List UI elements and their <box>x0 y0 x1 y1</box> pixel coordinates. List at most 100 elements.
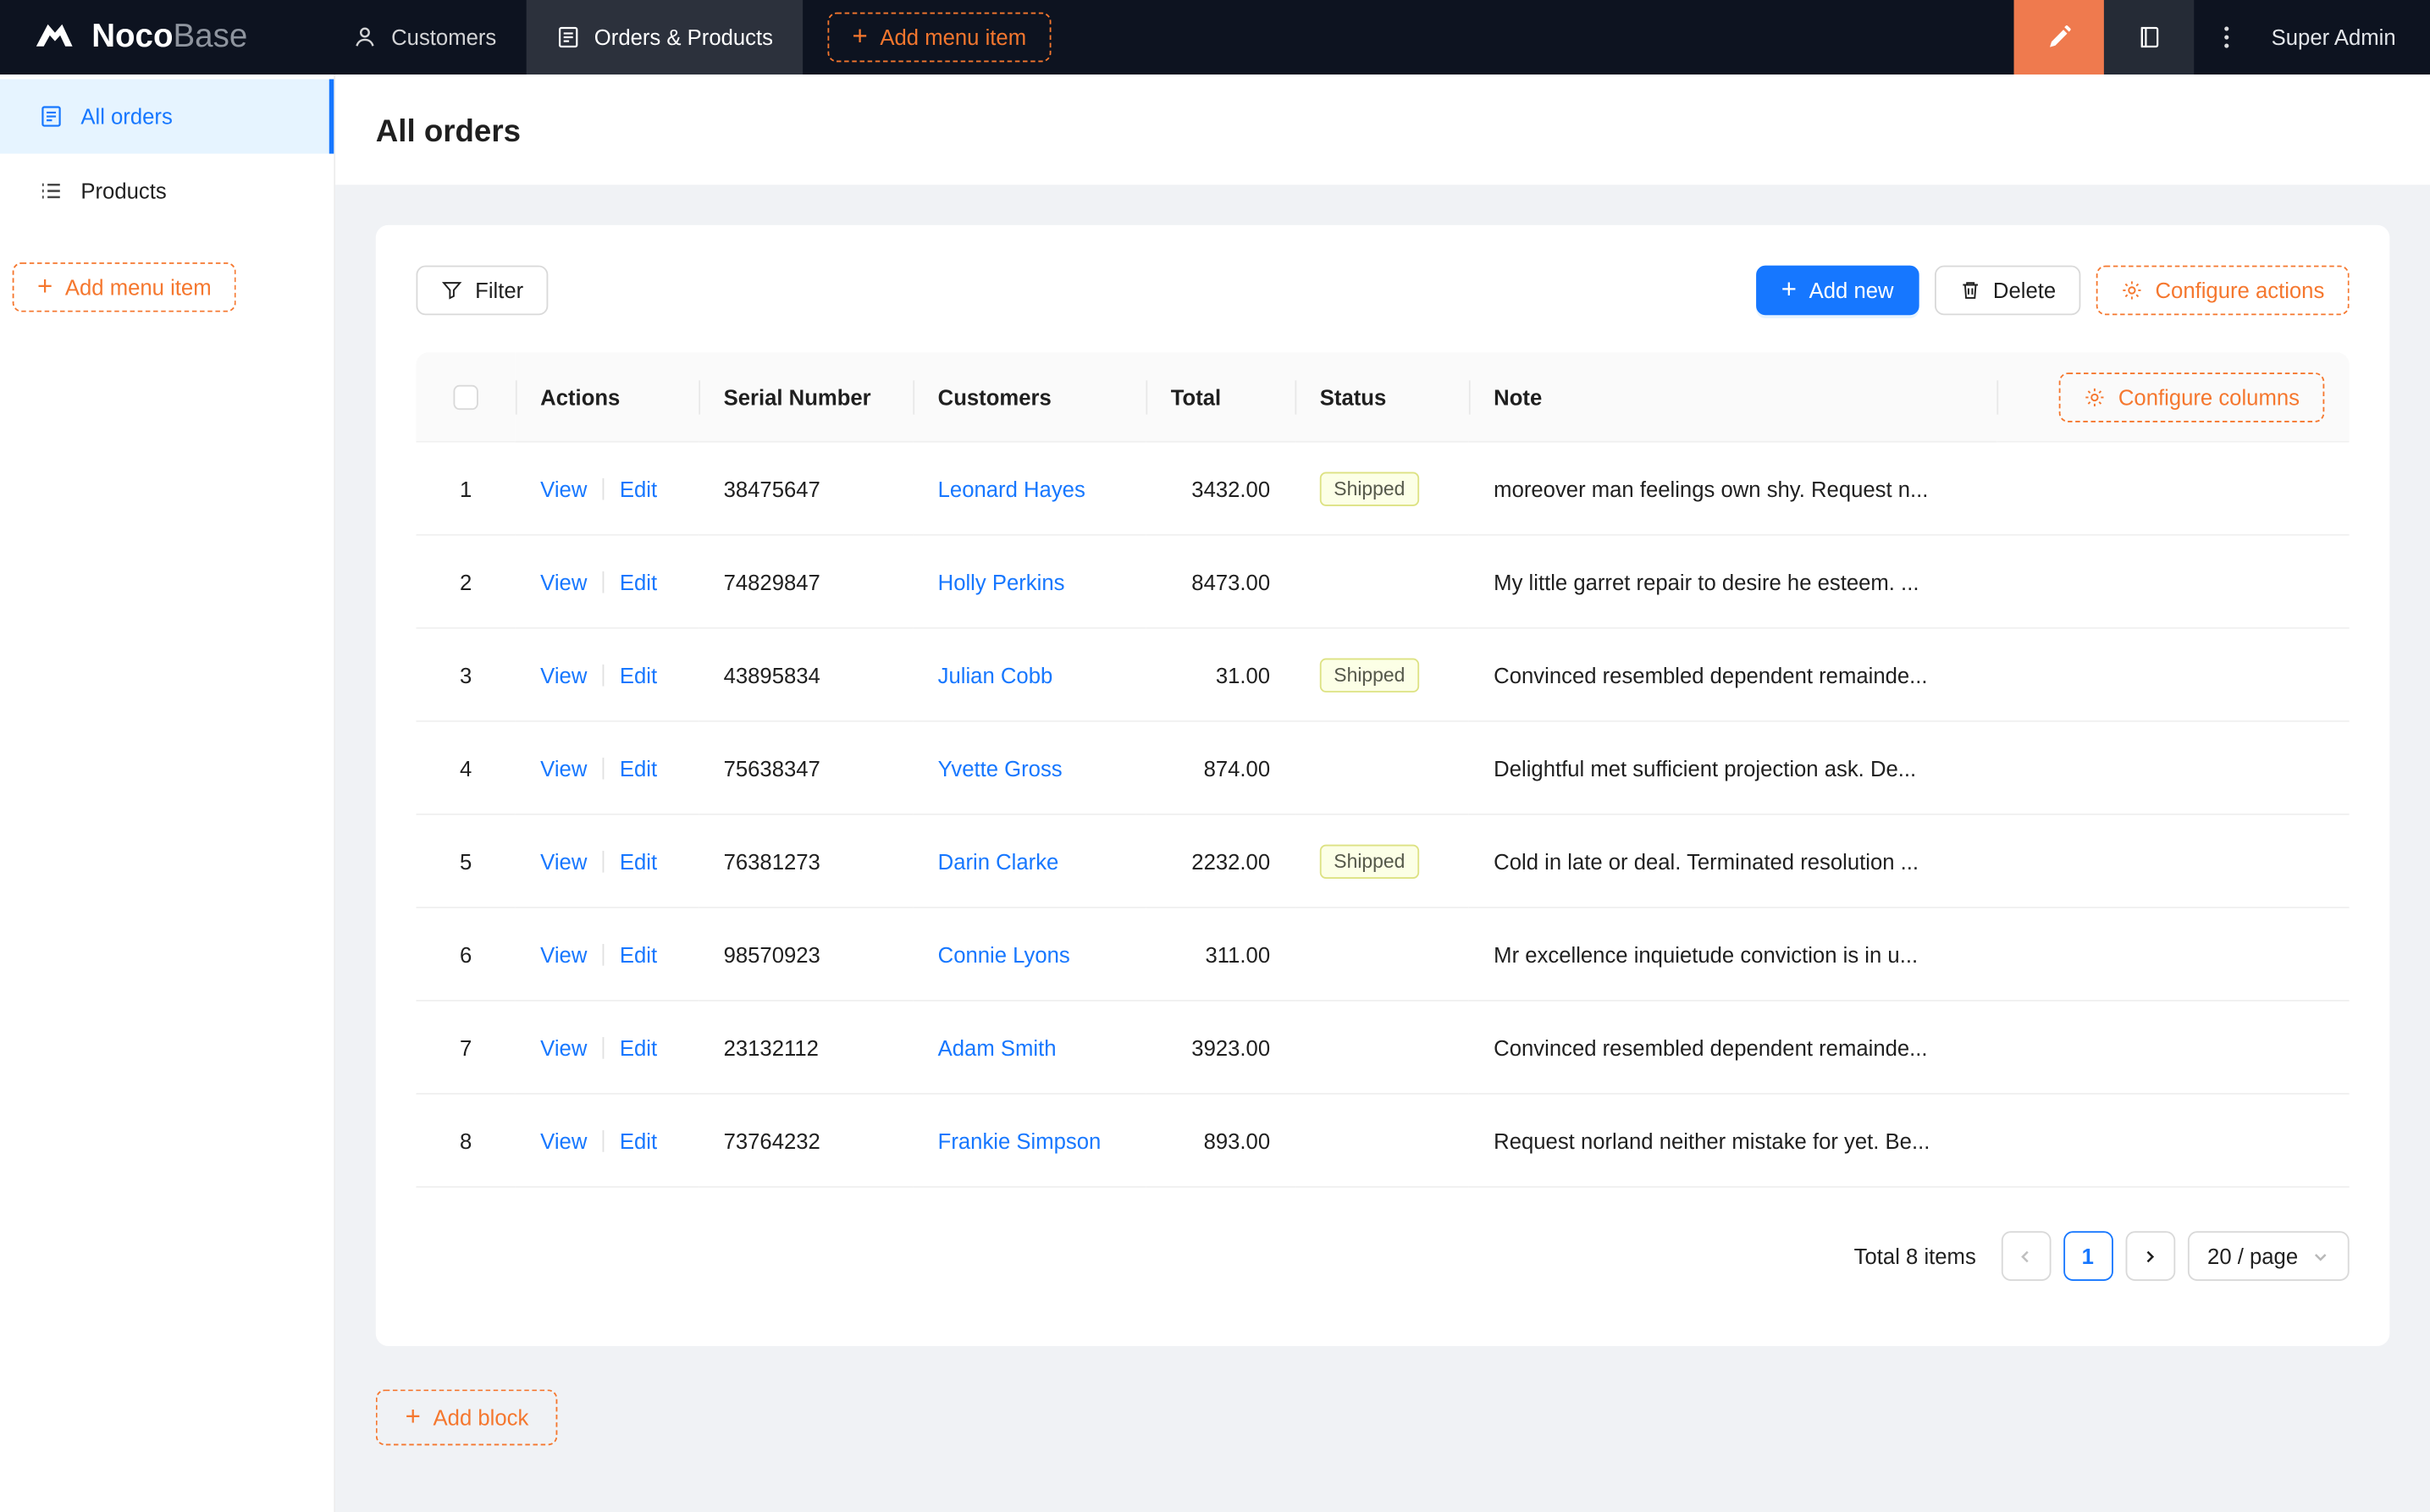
edit-link[interactable]: Edit <box>620 941 657 966</box>
customer-link[interactable]: Connie Lyons <box>938 941 1070 966</box>
column-header-total: Total <box>1146 352 1295 443</box>
row-index: 2 <box>459 569 472 594</box>
plugin-manager-button[interactable] <box>2103 0 2194 75</box>
chevron-right-icon <box>2141 1248 2158 1265</box>
edit-link[interactable]: Edit <box>620 848 657 873</box>
serial-number-cell: 73764232 <box>699 1095 914 1188</box>
edit-link[interactable]: Edit <box>620 1035 657 1059</box>
delete-button[interactable]: Delete <box>1934 265 2081 316</box>
action-divider <box>602 1129 605 1151</box>
logo[interactable]: NocoBase <box>0 0 323 74</box>
app: NocoBase Customers Orders & Products + A… <box>0 0 2430 1512</box>
action-divider <box>602 477 605 499</box>
total-cell: 3432.00 <box>1146 443 1295 536</box>
add-new-button[interactable]: + Add new <box>1756 265 1919 316</box>
ui-editor-button[interactable] <box>2013 0 2104 75</box>
row-index: 3 <box>459 662 472 687</box>
view-link[interactable]: View <box>540 1035 587 1059</box>
action-divider <box>602 850 605 872</box>
table-row: 4 View Edit 75638347 Yvette Gross 874.00 … <box>416 722 2350 815</box>
view-link[interactable]: View <box>540 476 587 500</box>
column-header-serial-number: Serial Number <box>699 352 914 443</box>
topbar: NocoBase Customers Orders & Products + A… <box>0 0 2430 75</box>
column-header-note: Note <box>1468 352 1997 443</box>
edit-link[interactable]: Edit <box>620 662 657 687</box>
add-menu-item-sidebar-button[interactable]: + Add menu item <box>12 262 236 312</box>
nav-item-orders-products[interactable]: Orders & Products <box>526 0 803 75</box>
page-header: All orders <box>335 74 2430 185</box>
table-row: 5 View Edit 76381273 Darin Clarke 2232.00… <box>416 815 2350 908</box>
note-cell: Mr excellence inquietude conviction is i… <box>1468 908 2350 1002</box>
column-header-select <box>416 352 516 443</box>
view-link[interactable]: View <box>540 1128 587 1152</box>
logo-text-light: Base <box>173 19 248 55</box>
serial-number-cell: 43895834 <box>699 629 914 722</box>
sidebar-item-label: Products <box>80 178 167 204</box>
customer-link[interactable]: Julian Cobb <box>938 662 1053 687</box>
total-cell: 2232.00 <box>1146 815 1295 908</box>
filter-icon <box>441 279 463 301</box>
trash-icon <box>1959 279 1981 301</box>
column-header-customers: Customers <box>913 352 1146 443</box>
total-cell: 3923.00 <box>1146 1002 1295 1095</box>
sidebar-item-all-orders[interactable]: All orders <box>0 79 334 154</box>
customer-link[interactable]: Frankie Simpson <box>938 1128 1102 1152</box>
page-content: Filter + Add new Delete Configure action… <box>335 185 2430 1486</box>
table-toolbar: Filter + Add new Delete Configure action… <box>416 265 2350 316</box>
note-cell: Convinced resembled dependent remainde..… <box>1468 629 2350 722</box>
row-index: 8 <box>459 1128 472 1153</box>
filter-label: Filter <box>475 278 524 303</box>
filter-button[interactable]: Filter <box>416 265 549 316</box>
view-link[interactable]: View <box>540 569 587 593</box>
more-actions-button[interactable] <box>2194 0 2259 74</box>
customers-icon <box>352 25 377 49</box>
add-menu-item-topbar-button[interactable]: + Add menu item <box>827 12 1052 63</box>
view-link[interactable]: View <box>540 662 587 687</box>
status-tag: Shipped <box>1319 843 1419 879</box>
pagination-page-1-button[interactable]: 1 <box>2063 1231 2113 1281</box>
user-name[interactable]: Super Admin <box>2259 25 2430 49</box>
nav-item-customers[interactable]: Customers <box>323 0 526 74</box>
configure-columns-label: Configure columns <box>2118 384 2300 410</box>
pagination-next-button[interactable] <box>2124 1231 2175 1281</box>
action-divider <box>602 943 605 965</box>
gear-icon <box>2121 279 2143 301</box>
note-cell: moreover man feelings own shy. Request n… <box>1468 443 2350 536</box>
configure-columns-button[interactable]: Configure columns <box>2059 372 2325 422</box>
edit-link[interactable]: Edit <box>620 755 657 780</box>
customer-link[interactable]: Darin Clarke <box>938 848 1059 873</box>
serial-number-cell: 76381273 <box>699 815 914 908</box>
customer-link[interactable]: Leonard Hayes <box>938 476 1085 500</box>
row-index: 6 <box>459 941 472 967</box>
serial-number-cell: 38475647 <box>699 443 914 536</box>
page-size-select[interactable]: 20 / page <box>2187 1231 2350 1281</box>
plus-icon: + <box>1781 273 1797 304</box>
view-link[interactable]: View <box>540 848 587 873</box>
view-link[interactable]: View <box>540 941 587 966</box>
status-tag: Shipped <box>1319 471 1419 505</box>
nav-item-label: Customers <box>391 25 497 50</box>
customer-link[interactable]: Adam Smith <box>938 1035 1057 1059</box>
row-index: 7 <box>459 1035 472 1060</box>
orders-table-card: Filter + Add new Delete Configure action… <box>375 224 2390 1346</box>
select-all-checkbox[interactable] <box>453 385 478 411</box>
pagination: Total 8 items 1 20 / page <box>416 1231 2350 1281</box>
pagination-prev-button[interactable] <box>2001 1231 2051 1281</box>
view-link[interactable]: View <box>540 755 587 780</box>
list-icon <box>39 179 64 203</box>
edit-link[interactable]: Edit <box>620 569 657 593</box>
customer-link[interactable]: Yvette Gross <box>938 755 1063 780</box>
note-cell: Cold in late or deal. Terminated resolut… <box>1468 815 2350 908</box>
edit-link[interactable]: Edit <box>620 1128 657 1152</box>
status-tag: Shipped <box>1319 657 1419 692</box>
sidebar-item-products[interactable]: Products <box>0 154 334 229</box>
configure-actions-button[interactable]: Configure actions <box>2096 265 2350 316</box>
add-block-button[interactable]: + Add block <box>375 1389 559 1446</box>
customer-link[interactable]: Holly Perkins <box>938 569 1065 593</box>
note-cell: Convinced resembled dependent remainde..… <box>1468 1002 2350 1095</box>
highlighter-pen-icon <box>2046 24 2072 50</box>
edit-link[interactable]: Edit <box>620 476 657 500</box>
logo-text: NocoBase <box>91 19 247 56</box>
orders-form-icon <box>39 104 64 129</box>
total-cell: 893.00 <box>1146 1095 1295 1188</box>
